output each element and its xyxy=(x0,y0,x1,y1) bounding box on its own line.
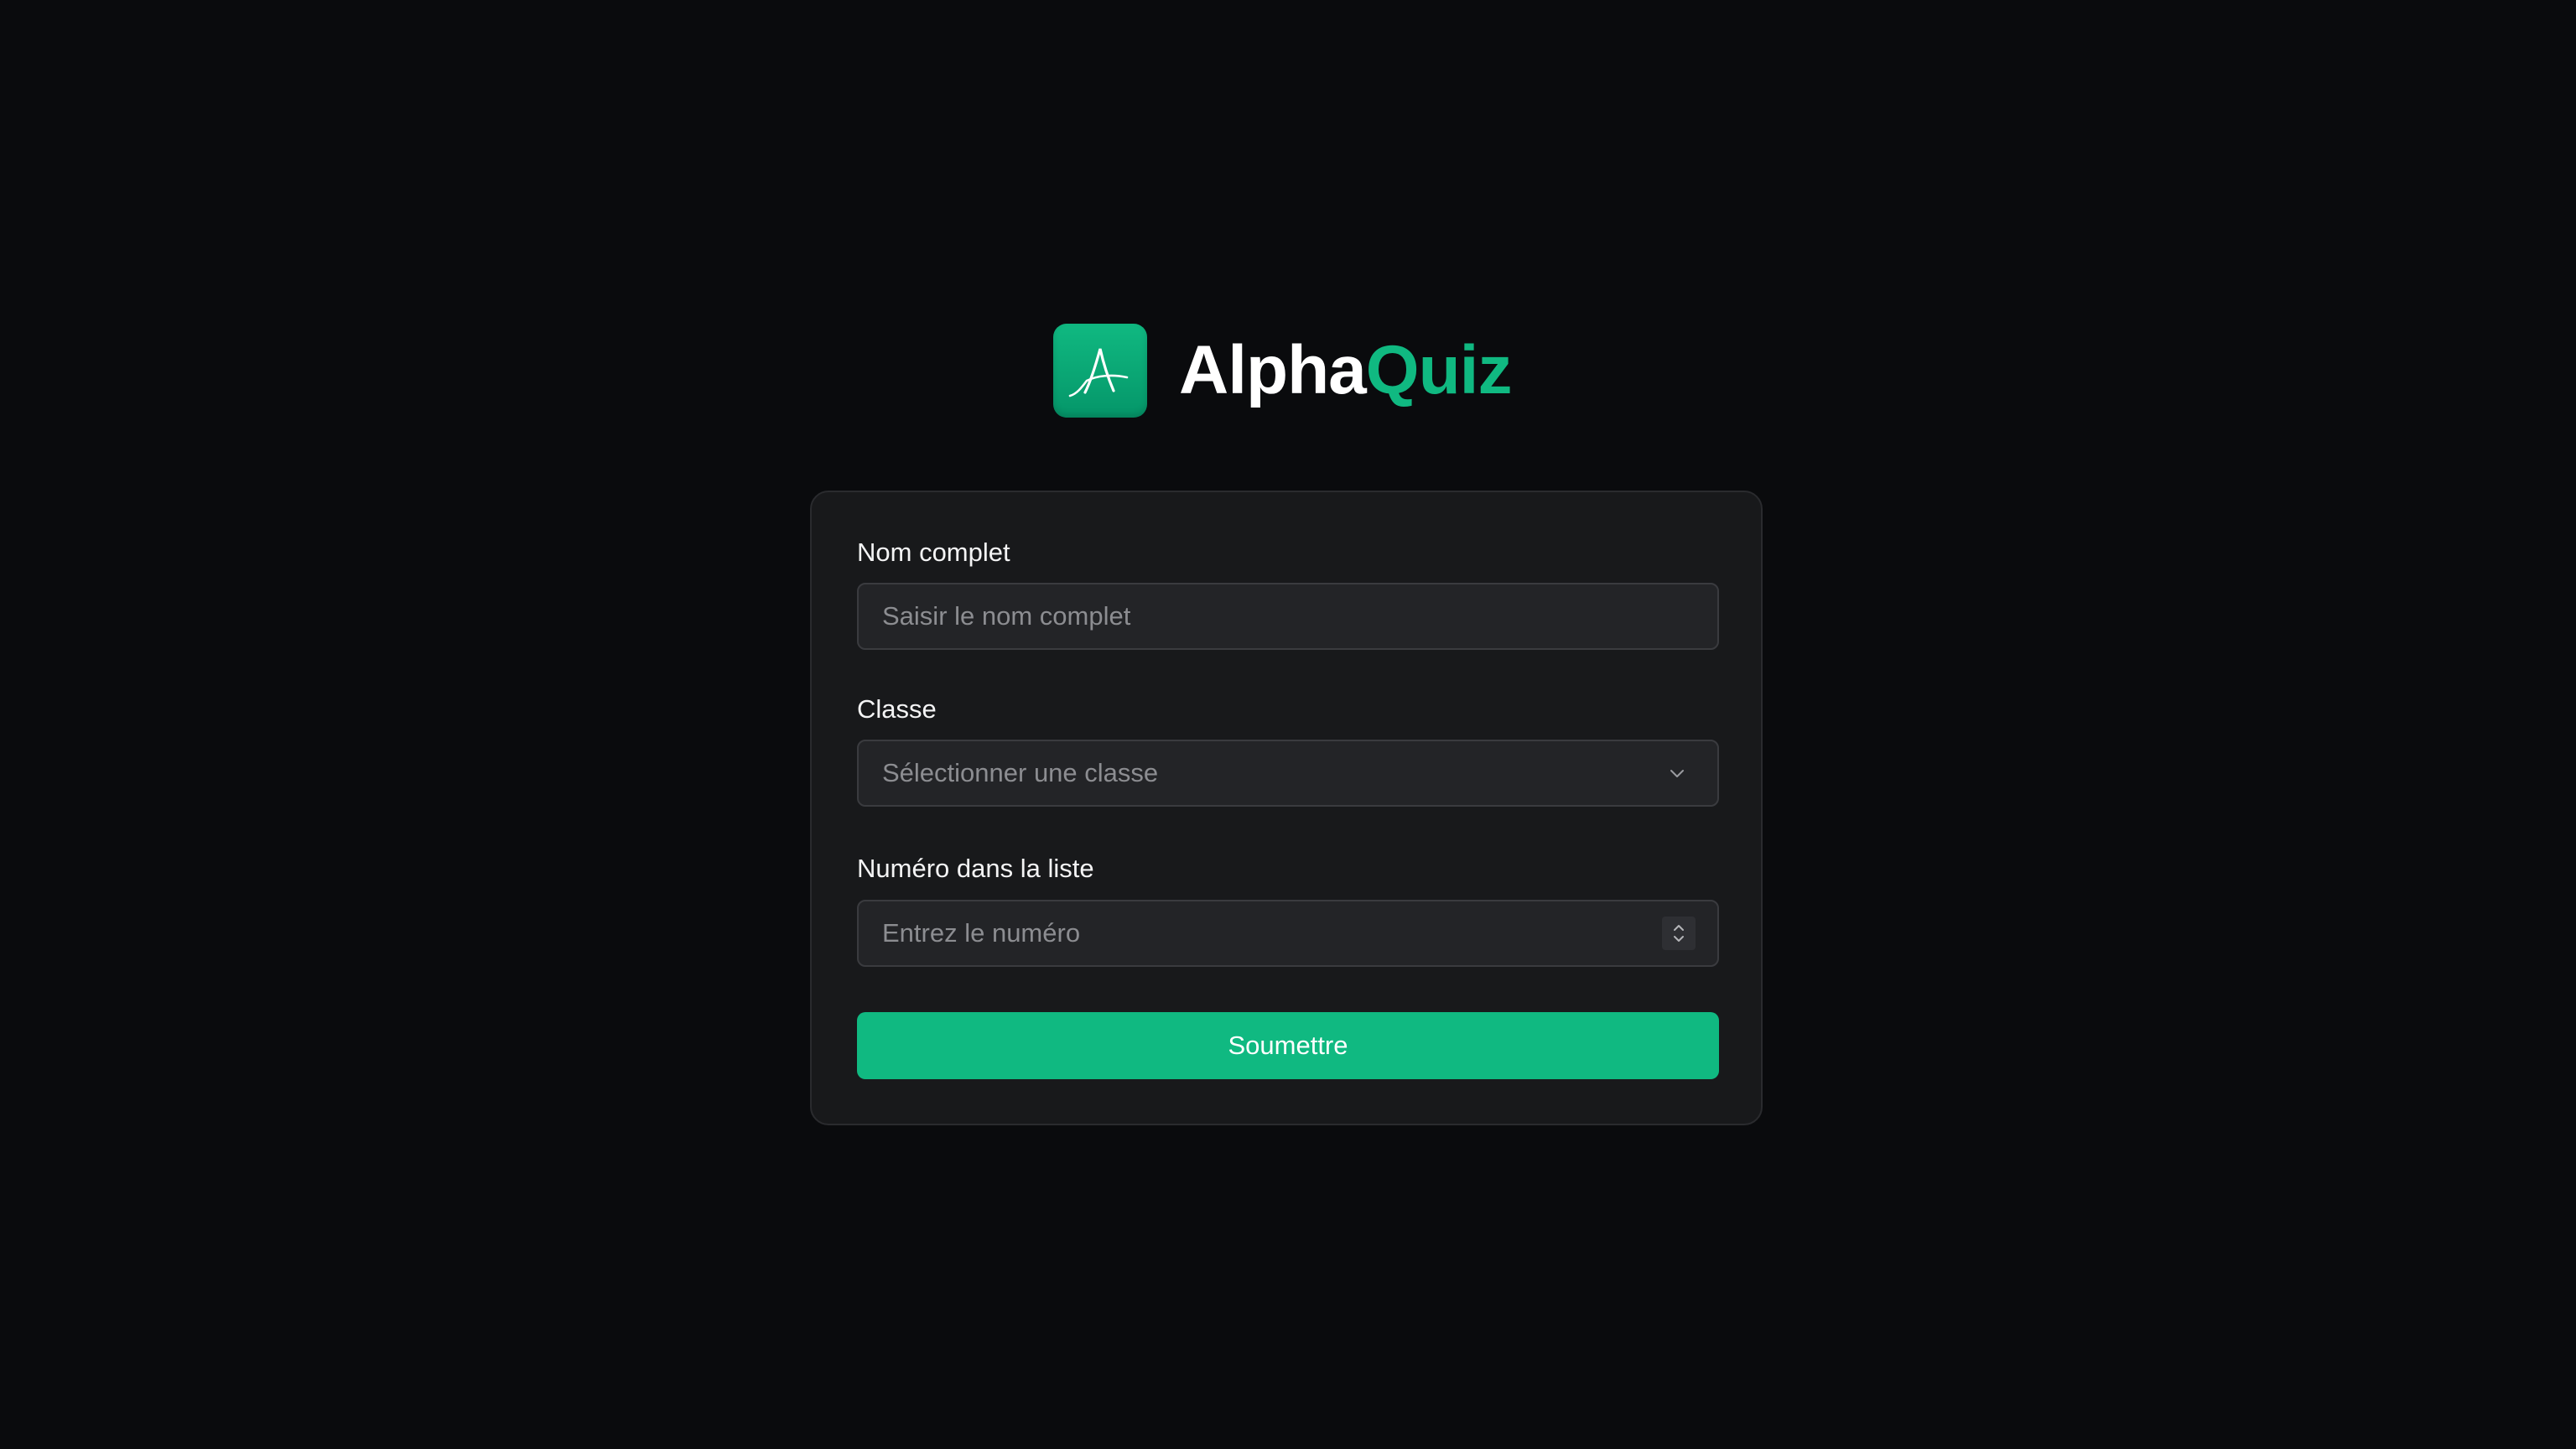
list-number-field-wrapper xyxy=(857,900,1719,967)
brand-name-part1: Alpha xyxy=(1179,331,1367,408)
list-number-input[interactable] xyxy=(859,901,1662,965)
alpha-a-logo-icon xyxy=(1053,323,1147,418)
full-name-label: Nom complet xyxy=(857,538,1010,567)
class-label: Classe xyxy=(857,694,937,724)
registration-form-card: Nom complet Classe Sélectionner une clas… xyxy=(810,491,1763,1125)
list-number-label: Numéro dans la liste xyxy=(857,854,1094,883)
class-select-value: Sélectionner une classe xyxy=(882,758,1159,787)
chevron-down-icon xyxy=(1660,756,1694,790)
full-name-field-wrapper xyxy=(857,583,1719,650)
number-stepper-icon[interactable] xyxy=(1662,917,1696,950)
brand-name-part2: Quiz xyxy=(1365,331,1513,408)
brand-name: AlphaQuiz xyxy=(1179,335,1512,405)
full-name-input[interactable] xyxy=(859,584,1717,648)
brand-header: AlphaQuiz xyxy=(1053,323,1512,418)
class-select[interactable]: Sélectionner une classe xyxy=(857,740,1719,807)
submit-button[interactable]: Soumettre xyxy=(857,1012,1719,1079)
